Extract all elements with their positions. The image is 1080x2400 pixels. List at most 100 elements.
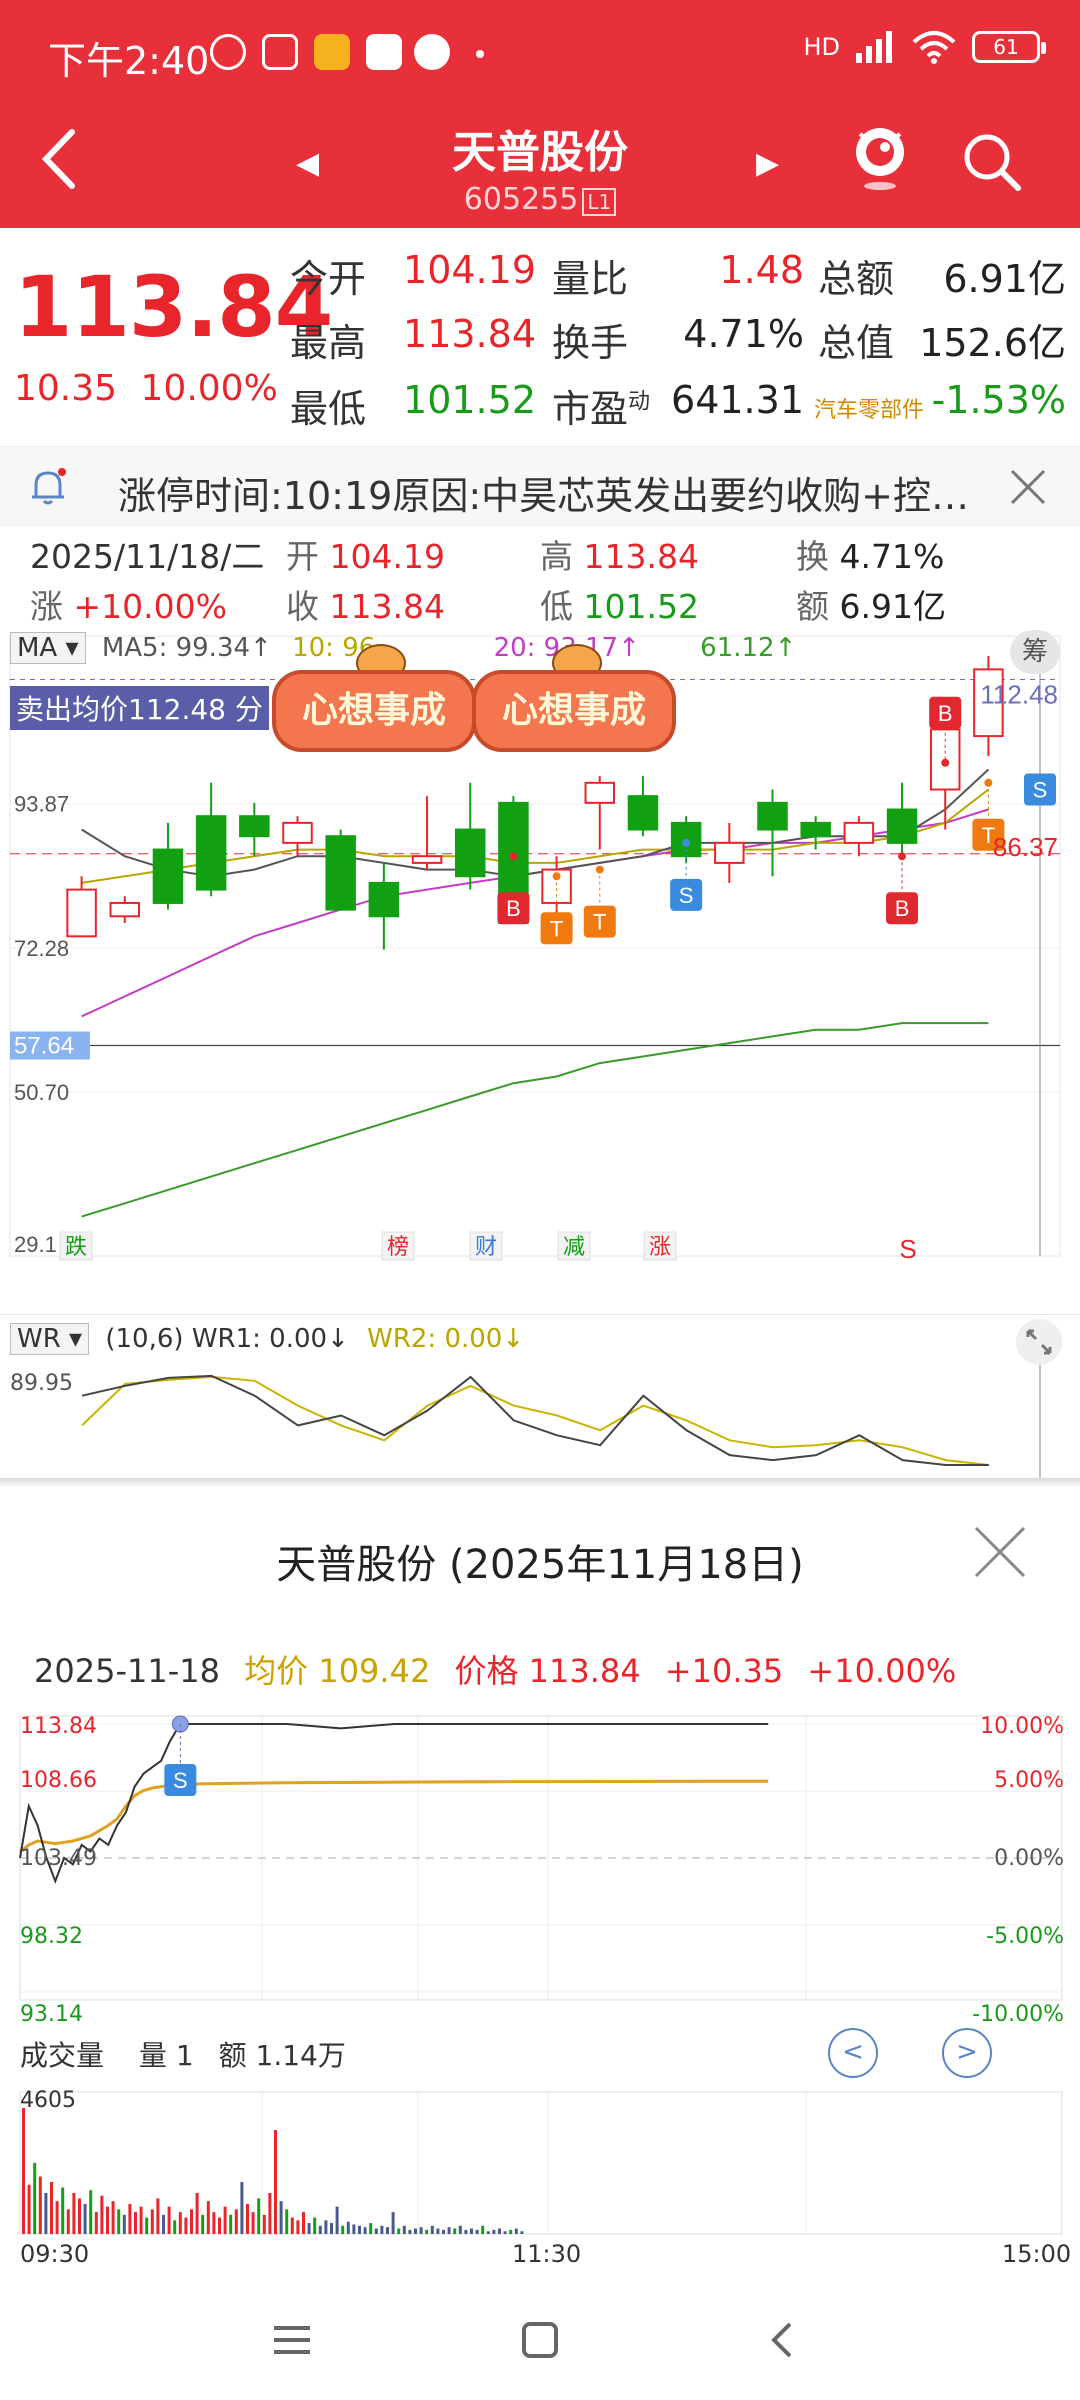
prev-minute-button[interactable]: < — [828, 2028, 878, 2078]
status-right: HD 61 — [803, 30, 1046, 64]
wr-indicator-select[interactable]: WR ▾ — [10, 1323, 90, 1355]
amt-value: 1.14万 — [255, 2039, 346, 2072]
volume-bar — [234, 2209, 238, 2234]
expand-icon[interactable] — [1016, 1319, 1062, 1365]
stock-code-text: 605255 — [463, 182, 579, 217]
volume-bar — [218, 2217, 221, 2234]
search-icon[interactable] — [960, 130, 1022, 192]
volume-bar — [66, 2209, 70, 2234]
cell-signal-icon — [856, 31, 892, 63]
event-tag-text-1: 跌 — [65, 1234, 87, 1259]
candle-body — [239, 815, 270, 838]
limit-up-notice[interactable]: 涨停时间:10:19原因:中昊芯英发出要约收购+控… — [0, 446, 1080, 526]
qty-label: 量 — [138, 2039, 167, 2072]
wr-indicator-select-label: WR — [17, 1324, 61, 1354]
left-tick-3: 103.49 — [20, 1846, 97, 1871]
menu-icon[interactable] — [262, 2310, 322, 2370]
chip-distribution-button[interactable]: 筹 — [1010, 630, 1060, 674]
intraday-summary: 2025-11-18 均价 109.42 价格 113.84 +10.35 +1… — [34, 1646, 956, 1692]
candle-body — [886, 808, 918, 844]
level1-tag: L1 — [582, 188, 617, 216]
sector-change[interactable]: -1.53% — [930, 378, 1066, 422]
sheet-shadow — [0, 1478, 1080, 1488]
candle-body — [800, 821, 831, 838]
candle-body — [584, 781, 616, 804]
buy-marker-2-letter: B — [895, 896, 910, 921]
trade-marker-3-dot — [984, 778, 993, 787]
close-icon[interactable] — [972, 1524, 1028, 1580]
next-minute-button[interactable]: > — [942, 2028, 992, 2078]
wr1-line — [81, 1374, 989, 1466]
high-label: 最高 — [290, 321, 367, 365]
day-low-value: 101.52 — [583, 587, 699, 626]
volume-bar — [520, 2231, 524, 2234]
app-header: 下午2:40 HD 61 ◀ 天普股份 605255 L1 ▶ — [0, 0, 1080, 228]
volume-bar — [94, 2212, 98, 2234]
volume-bar — [436, 2228, 440, 2234]
low-value: 101.52 — [403, 378, 536, 422]
close-icon[interactable] — [1008, 467, 1048, 507]
volume-chart[interactable] — [0, 2088, 1080, 2238]
quote-panel: 113.84 10.35 10.00% 今开 104.19 量比 1.48 总额… — [0, 228, 1080, 440]
intraday-sheet: 天普股份 (2025年11月18日) 2025-11-18 均价 109.42 … — [0, 1488, 1080, 2280]
intraday-chart[interactable]: S — [0, 1708, 1080, 2008]
intraday-date: 2025-11-18 — [34, 1652, 220, 1690]
wr2-label: WR2: 0.00↓ — [367, 1324, 525, 1354]
next-stock-button[interactable]: ▶ — [756, 146, 779, 181]
volume-bar — [229, 2214, 233, 2234]
open-value: 104.19 — [403, 248, 536, 292]
volume-bar — [335, 2206, 339, 2234]
sector-label[interactable]: 汽车零部件 — [814, 392, 924, 424]
volume-bar — [55, 2201, 59, 2234]
volume-bar — [346, 2221, 350, 2234]
wr1-label: WR1: 0.00↓ — [191, 1324, 349, 1354]
market-cap-label: 总值 — [818, 321, 895, 365]
assistant-robot-icon[interactable] — [848, 122, 912, 192]
volume-bar — [262, 2214, 266, 2234]
back-icon[interactable] — [754, 2310, 814, 2370]
wr-indicator-panel[interactable]: WR ▾ (10,6) WR1: 0.00↓ WR2: 0.00↓ 89.95 — [0, 1314, 1080, 1479]
buy-avg-price-label: 86.37 — [993, 832, 1058, 862]
volume-bar — [78, 2198, 81, 2234]
event-tag-text-4: 减 — [563, 1234, 585, 1259]
good-luck-sticker-2[interactable]: 心想事成 — [472, 670, 676, 752]
volume-bar — [470, 2228, 473, 2234]
ma60-line — [81, 1022, 989, 1218]
volume-bar — [486, 2231, 490, 2234]
notice-text: 涨停时间:10:19原因:中昊芯英发出要约收购+控… — [118, 474, 969, 518]
volume-bar — [44, 2192, 48, 2234]
home-icon[interactable] — [510, 2310, 570, 2370]
axis-label-3: 57.64 — [14, 1033, 74, 1060]
volume-bar — [184, 2217, 188, 2234]
volume-bar — [22, 2108, 25, 2234]
signal-icon: HD — [803, 33, 840, 61]
volume-bar — [201, 2214, 205, 2234]
good-luck-sticker[interactable]: 心想事成 — [272, 670, 476, 752]
day-amount-label: 额 — [796, 587, 829, 626]
app-notification-icon — [314, 34, 350, 70]
volume-bar — [324, 2220, 328, 2234]
volume-bar — [100, 2195, 104, 2234]
volume-bar — [167, 2206, 171, 2234]
buy-marker-letter: B — [506, 896, 521, 921]
day-turnover-label: 换 — [796, 537, 829, 576]
indicator-select[interactable]: MA ▾ — [10, 632, 86, 664]
left-tick-1: 113.84 — [20, 1714, 97, 1739]
market-cap-value: 152.6亿 — [919, 321, 1066, 365]
volume-bar — [150, 2209, 154, 2234]
kline-chart-panel[interactable]: B T T S B B T S 93.87 72.28 57.64 50.70 29.1 112.48 86… — [0, 626, 1080, 1314]
volume-bar — [50, 2182, 53, 2234]
volume-bar — [162, 2214, 165, 2234]
axis-label-2: 72.28 — [14, 936, 69, 961]
volume-bar — [89, 2190, 93, 2234]
volume-bar — [425, 2229, 429, 2234]
open-label: 今开 — [290, 257, 367, 301]
volume-bar — [72, 2192, 76, 2234]
bell-icon — [32, 468, 66, 505]
candle-body — [627, 795, 659, 831]
trade-marker-2-letter: T — [593, 910, 606, 935]
price-value: 113.84 — [528, 1652, 641, 1690]
stock-code: 605255 L1 — [0, 182, 1080, 217]
volume-bar — [358, 2225, 361, 2234]
time-end: 15:00 — [1002, 2240, 1072, 2268]
